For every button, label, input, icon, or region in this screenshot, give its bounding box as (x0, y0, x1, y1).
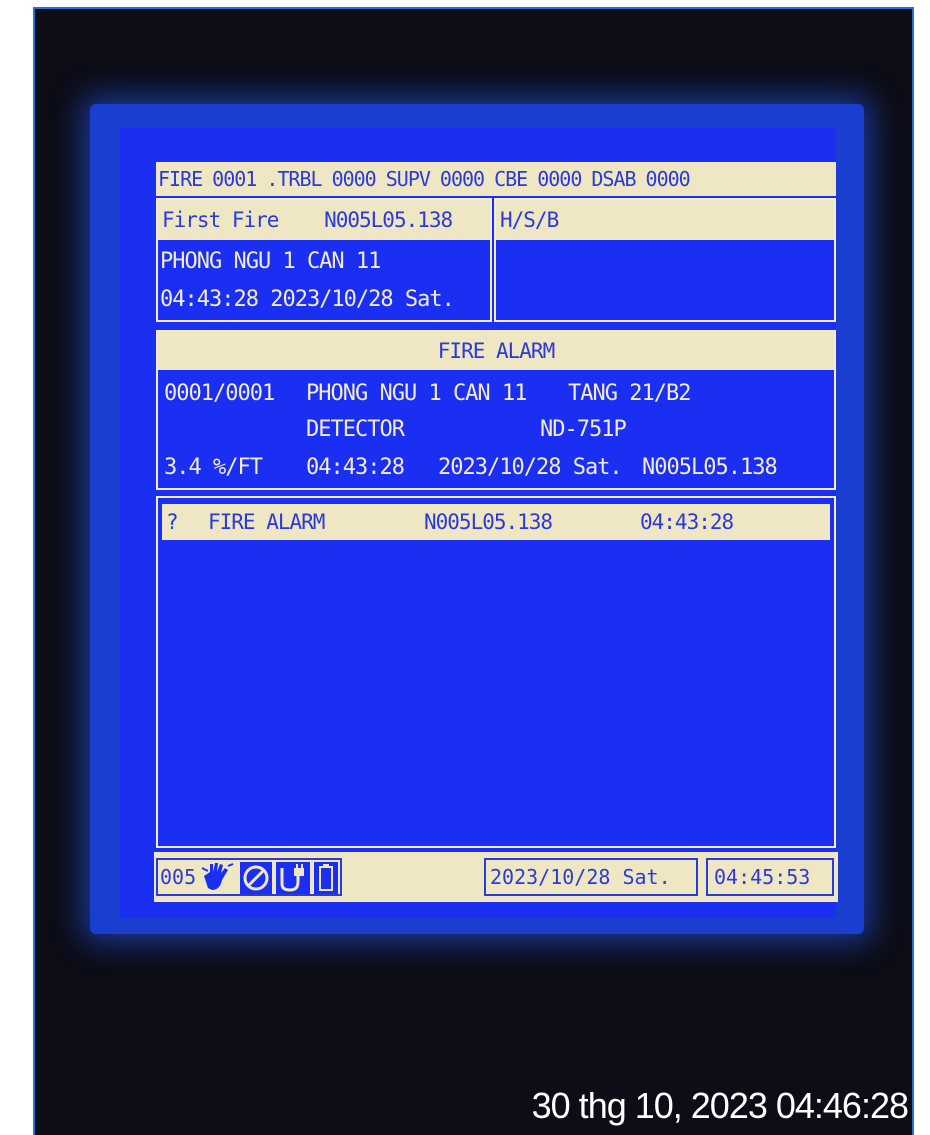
event-type: FIRE ALARM (208, 510, 325, 534)
cbe-count: 0000 (537, 167, 582, 191)
dsab-label: DSAB (591, 167, 636, 191)
event-marker: ? (166, 510, 179, 534)
footer-bar: 005 2023/10/28 Sat. 04:45:53 (154, 852, 838, 902)
alarm-detail-line2: DETECTOR ND-751P (158, 412, 834, 448)
alarm-model: ND-751P (540, 417, 627, 442)
dsab-count: 0000 (645, 167, 691, 191)
power-plug-icon (276, 862, 310, 898)
alarm-index: 0001/0001 (164, 381, 275, 406)
alarm-floor: TANG 21/B2 (568, 381, 691, 406)
trbl-count: 0000 (331, 167, 377, 191)
first-fire-address: N005L05.138 (324, 208, 453, 232)
alarm-detail-header: FIRE ALARM (158, 332, 834, 370)
photo-timestamp: 30 thg 10, 2023 04:46:28 (531, 1085, 909, 1126)
fire-count: 0001 (212, 167, 257, 191)
footer-date-box: 2023/10/28 Sat. (484, 858, 698, 896)
cbe-label: CBE (494, 167, 528, 191)
alarm-detail-panel: FIRE ALARM 0001/0001 PHONG NGU 1 CAN 11 … (156, 330, 836, 490)
supv-label: SUPV (385, 167, 431, 191)
alarm-detail-line1: 0001/0001 PHONG NGU 1 CAN 11 TANG 21/B2 (158, 376, 834, 412)
hsb-title: H/S/B (496, 200, 834, 240)
event-address: N005L05.138 (424, 510, 553, 534)
alarm-time: 04:43:28 (306, 455, 405, 480)
supv-count: 0000 (439, 167, 485, 191)
alarm-device-type: DETECTOR (306, 417, 405, 442)
event-list-item[interactable]: ? FIRE ALARM N005L05.138 04:43:28 (162, 504, 830, 540)
alarm-date: 2023/10/28 Sat. (438, 455, 623, 480)
first-fire-header: First Fire N005L05.138 (158, 200, 490, 240)
footer-time-box: 04:45:53 (706, 858, 834, 896)
battery-icon (314, 862, 338, 898)
status-bar: FIRE 0001 .TRBL 0000 SUPV 0000 CBE 0000 DSAB 0000 (156, 162, 836, 196)
hand-icon (200, 862, 236, 898)
hsb-panel: H/S/B (494, 198, 836, 322)
no-sound-icon (240, 862, 272, 898)
alarm-address: N005L05.138 (642, 455, 778, 480)
first-fire-location: PHONG NGU 1 CAN 11 (160, 249, 381, 274)
first-fire-panel: First Fire N005L05.138 PHONG NGU 1 CAN 1… (156, 198, 492, 322)
event-time: 04:43:28 (640, 510, 734, 534)
first-fire-datetime: 04:43:28 2023/10/28 Sat. (160, 287, 455, 312)
alarm-location: PHONG NGU 1 CAN 11 (306, 381, 527, 406)
trbl-label: .TRBL (266, 167, 322, 191)
footer-date: 2023/10/28 Sat. (490, 865, 671, 889)
footer-panel-box: 005 (156, 858, 342, 896)
first-fire-title: First Fire (162, 208, 279, 232)
fire-label: FIRE (158, 167, 203, 191)
alarm-detail-line3: 3.4 %/FT 04:43:28 2023/10/28 Sat. N005L0… (158, 450, 834, 486)
panel-number: 005 (160, 865, 197, 889)
alarm-reading: 3.4 %/FT (164, 455, 263, 480)
footer-time: 04:45:53 (714, 865, 811, 889)
event-list-panel: ? FIRE ALARM N005L05.138 04:43:28 (156, 496, 836, 848)
